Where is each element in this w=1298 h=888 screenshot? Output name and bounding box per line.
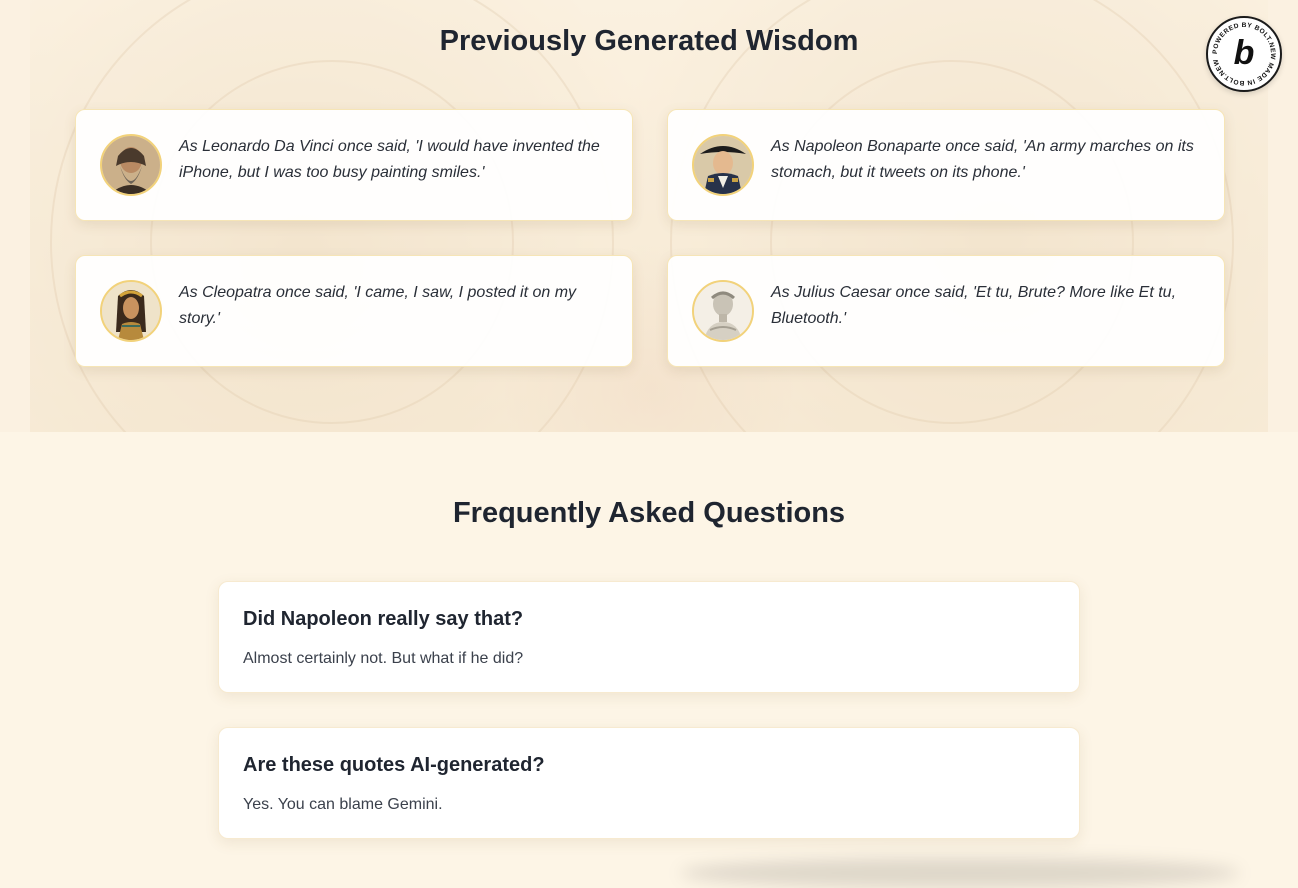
quote-text: As Julius Caesar once said, 'Et tu, Brut…: [771, 284, 1177, 327]
faq-title: Frequently Asked Questions: [452, 497, 846, 529]
bolt-letter: b: [1234, 34, 1255, 72]
faq-answer: Yes. You can blame Gemini.: [243, 796, 443, 813]
caesar-bust-avatar: [692, 280, 754, 342]
quote-card-caesar: As Julius Caesar once said, 'Et tu, Brut…: [667, 255, 1225, 367]
wisdom-title: Previously Generated Wisdom: [439, 25, 859, 57]
faq-question: Are these quotes AI-generated?: [243, 754, 545, 776]
floating-element-shadow: [680, 858, 1240, 888]
quote-text: As Cleopatra once said, 'I came, I saw, …: [179, 284, 577, 327]
quote-card-cleopatra: As Cleopatra once said, 'I came, I saw, …: [75, 255, 633, 367]
leonardo-portrait-avatar: [100, 134, 162, 196]
quote-card-napoleon: As Napoleon Bonaparte once said, 'An arm…: [667, 109, 1225, 221]
wisdom-section: Previously Generated Wisdom As Leonardo …: [0, 0, 1298, 432]
faq-answer: Almost certainly not. But what if he did…: [243, 650, 524, 667]
napoleon-portrait-avatar: [692, 134, 754, 196]
cleopatra-portrait-avatar: [100, 280, 162, 342]
quote-card-leonardo: As Leonardo Da Vinci once said, 'I would…: [75, 109, 633, 221]
faq-question: Did Napoleon really say that?: [243, 608, 524, 630]
faq-item: Did Napoleon really say that? Almost cer…: [218, 581, 1080, 693]
quote-text: As Leonardo Da Vinci once said, 'I would…: [179, 138, 600, 181]
faq-item: Are these quotes AI-generated? Yes. You …: [218, 727, 1080, 839]
bolt-logo-icon: POWERED BY BOLT.NEW MADE IN BOLT.NEW b: [1212, 22, 1276, 86]
quote-text: As Napoleon Bonaparte once said, 'An arm…: [771, 138, 1194, 181]
bolt-badge-link[interactable]: POWERED BY BOLT.NEW MADE IN BOLT.NEW b: [1206, 16, 1282, 92]
